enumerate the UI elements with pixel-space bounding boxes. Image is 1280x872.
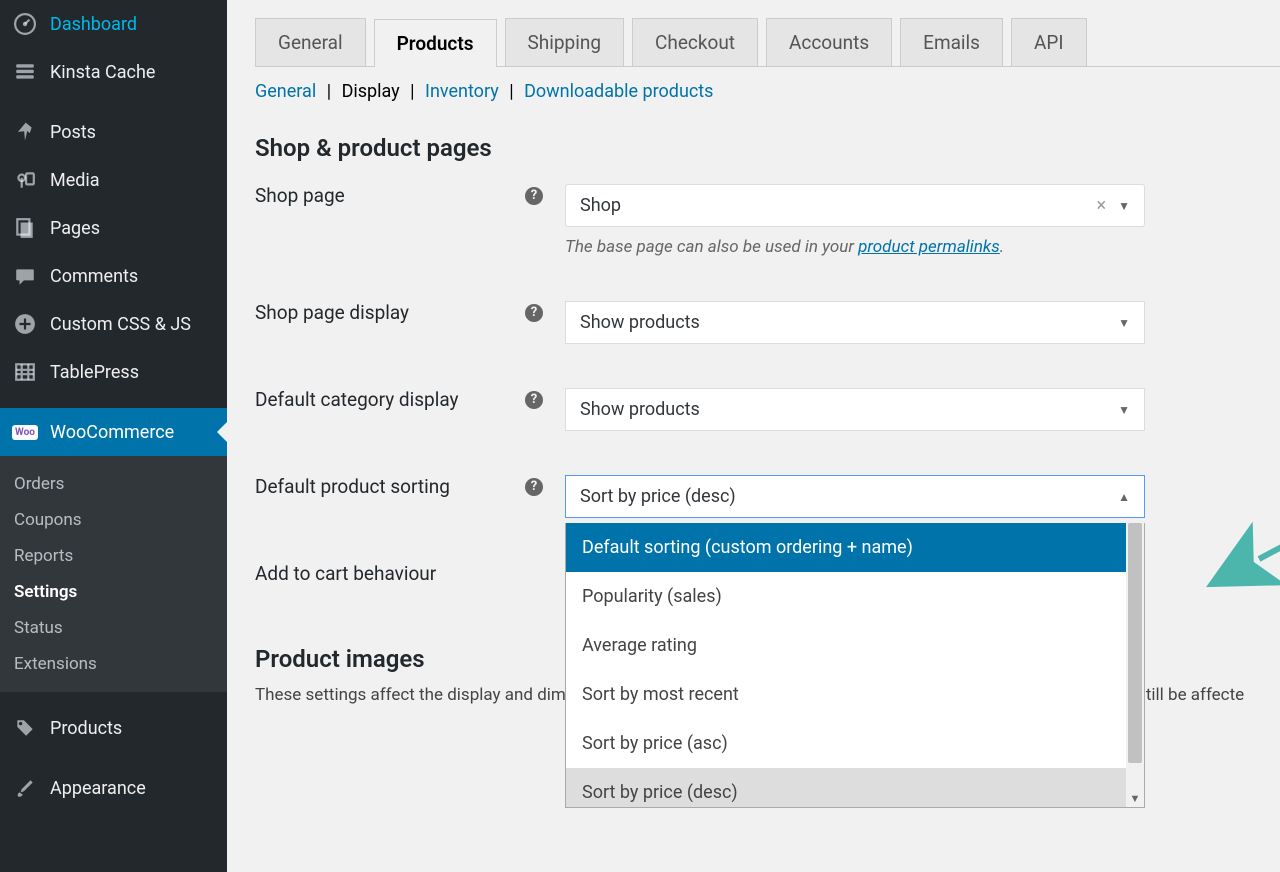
kinsta-icon [12,59,38,85]
tab-products[interactable]: Products [374,19,497,67]
sidebar-sub-reports[interactable]: Reports [0,538,227,574]
sort-option[interactable]: Popularity (sales) [566,572,1126,621]
help-icon[interactable]: ? [525,187,543,205]
tab-accounts[interactable]: Accounts [766,18,892,66]
scrollbar-thumb[interactable] [1128,523,1142,763]
sidebar-sub-orders[interactable]: Orders [0,466,227,502]
products-subtabs: General | Display | Inventory | Download… [255,81,1280,102]
sidebar-item-label: Dashboard [50,14,137,35]
sidebar-item-label: Custom CSS & JS [50,314,191,335]
default-sorting-select[interactable]: Sort by price (desc) ▲ [565,475,1145,518]
settings-tabs: General Products Shipping Checkout Accou… [255,18,1280,67]
sorting-dropdown: Default sorting (custom ordering + name)… [565,523,1145,808]
subtab-downloadable[interactable]: Downloadable products [524,81,713,102]
comment-icon [12,263,38,289]
chevron-down-icon: ▼ [1118,403,1130,417]
shop-page-display-select[interactable]: Show products ▼ [565,301,1145,344]
brush-icon [12,775,38,801]
sort-option[interactable]: Sort by price (desc) [566,768,1126,807]
sort-option[interactable]: Sort by price (asc) [566,719,1126,768]
tab-emails[interactable]: Emails [900,18,1003,66]
sidebar-item-media[interactable]: Media [0,156,227,204]
sidebar-item-label: Appearance [50,778,146,799]
sidebar-item-label: WooCommerce [50,422,174,443]
chevron-up-icon: ▲ [1118,490,1130,504]
sidebar-item-pages[interactable]: Pages [0,204,227,252]
row-default-sorting: Default product sorting ? Sort by price … [255,475,1280,518]
default-category-label: Default category display [255,388,459,411]
clear-icon[interactable]: × [1097,195,1107,216]
tags-icon [12,715,38,741]
subtab-inventory[interactable]: Inventory [425,81,499,102]
sidebar-sub-settings[interactable]: Settings [0,574,227,610]
sort-option[interactable]: Default sorting (custom ordering + name) [566,523,1126,572]
help-icon[interactable]: ? [525,478,543,496]
media-icon [12,167,38,193]
sidebar-item-label: Pages [50,218,100,239]
sidebar-sub-status[interactable]: Status [0,610,227,646]
admin-sidebar: Dashboard Kinsta Cache Posts Media Page [0,0,227,872]
sidebar-item-label: Posts [50,122,96,143]
row-default-category: Default category display ? Show products… [255,388,1280,431]
sidebar-item-woocommerce[interactable]: Woo WooCommerce [0,408,227,456]
sidebar-item-appearance[interactable]: Appearance [0,764,227,812]
plus-circle-icon [12,311,38,337]
sidebar-submenu: Orders Coupons Reports Settings Status E… [0,456,227,692]
shop-page-display-label: Shop page display [255,301,409,324]
tab-checkout[interactable]: Checkout [632,18,758,66]
sidebar-item-dashboard[interactable]: Dashboard [0,0,227,48]
subtab-general[interactable]: General [255,81,316,102]
sidebar-item-tablepress[interactable]: TablePress [0,348,227,396]
add-to-cart-label: Add to cart behaviour [255,562,436,585]
main-content: General Products Shipping Checkout Accou… [227,0,1280,872]
subtab-display[interactable]: Display [342,81,400,102]
sidebar-sub-extensions[interactable]: Extensions [0,646,227,682]
woo-icon: Woo [12,419,38,445]
sidebar-item-kinsta[interactable]: Kinsta Cache [0,48,227,96]
default-sorting-value: Sort by price (desc) [580,486,736,507]
tab-api[interactable]: API [1011,18,1087,66]
dropdown-scrollbar[interactable]: ▼ [1126,523,1144,807]
sidebar-item-label: Media [50,170,100,191]
shop-page-desc: The base page can also be used in your p… [565,237,1145,257]
sidebar-item-posts[interactable]: Posts [0,108,227,156]
dashboard-icon [12,11,38,37]
scroll-down-icon[interactable]: ▼ [1126,789,1144,807]
table-icon [12,359,38,385]
help-icon[interactable]: ? [525,304,543,322]
default-sorting-label: Default product sorting [255,475,450,498]
sidebar-item-label: Kinsta Cache [50,62,155,83]
sidebar-item-customcss[interactable]: Custom CSS & JS [0,300,227,348]
section-shop-heading: Shop & product pages [255,134,1280,162]
sidebar-item-label: Products [50,718,122,739]
tab-shipping[interactable]: Shipping [505,18,625,66]
shop-page-display-value: Show products [580,312,700,333]
pin-icon [12,119,38,145]
chevron-down-icon: ▼ [1118,199,1130,213]
sidebar-sub-coupons[interactable]: Coupons [0,502,227,538]
sidebar-item-products[interactable]: Products [0,704,227,752]
chevron-down-icon: ▼ [1118,316,1130,330]
shop-page-select[interactable]: Shop × ▼ [565,184,1145,227]
sidebar-item-label: TablePress [50,362,139,383]
sidebar-item-comments[interactable]: Comments [0,252,227,300]
row-shop-page: Shop page ? Shop × ▼ The base page can a… [255,184,1280,257]
help-icon[interactable]: ? [525,391,543,409]
sort-option[interactable]: Average rating [566,621,1126,670]
sort-option[interactable]: Sort by most recent [566,670,1126,719]
default-category-value: Show products [580,399,700,420]
sidebar-item-label: Comments [50,266,138,287]
shop-page-value: Shop [580,195,621,216]
product-permalinks-link[interactable]: product permalinks [858,237,1000,257]
pages-icon [12,215,38,241]
default-category-select[interactable]: Show products ▼ [565,388,1145,431]
row-shop-page-display: Shop page display ? Show products ▼ [255,301,1280,344]
tab-general[interactable]: General [255,18,366,66]
shop-page-label: Shop page [255,184,345,207]
